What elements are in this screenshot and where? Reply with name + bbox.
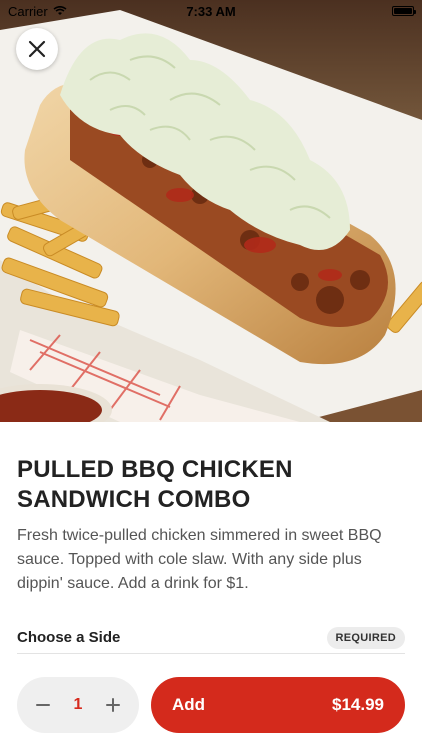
status-left: Carrier — [8, 4, 67, 19]
close-button[interactable] — [16, 28, 58, 70]
increment-button[interactable] — [103, 695, 123, 715]
hero-photo — [0, 0, 422, 422]
plus-icon — [106, 698, 120, 712]
item-description: Fresh twice-pulled chicken simmered in s… — [17, 527, 382, 592]
section-title: Choose a Side — [17, 629, 121, 646]
add-label: Add — [172, 695, 206, 714]
minus-icon — [36, 704, 50, 706]
required-badge: REQUIRED — [326, 626, 405, 649]
decrement-button[interactable] — [33, 695, 53, 715]
add-to-cart-button[interactable]: Add $14.99 — [151, 677, 405, 733]
close-icon — [28, 40, 46, 58]
item-details: PULLED BBQ CHICKEN SANDWICH COMBO Fresh … — [17, 455, 405, 596]
item-title: PULLED BBQ CHICKEN SANDWICH COMBO — [17, 456, 293, 513]
battery-icon — [392, 6, 416, 16]
wifi-icon — [53, 6, 67, 15]
carrier-label: Carrier — [8, 3, 48, 19]
choose-side-section[interactable]: Choose a Side REQUIRED — [17, 622, 405, 654]
battery-fill — [394, 8, 412, 14]
status-bar: Carrier 7:33 AM — [0, 0, 422, 22]
add-price: $14.99 — [332, 695, 384, 714]
sandwich-illustration — [0, 0, 422, 422]
bottom-action-bar: 1 Add $14.99 — [0, 668, 422, 750]
quantity-stepper: 1 — [17, 677, 139, 733]
quantity-value: 1 — [73, 696, 83, 713]
